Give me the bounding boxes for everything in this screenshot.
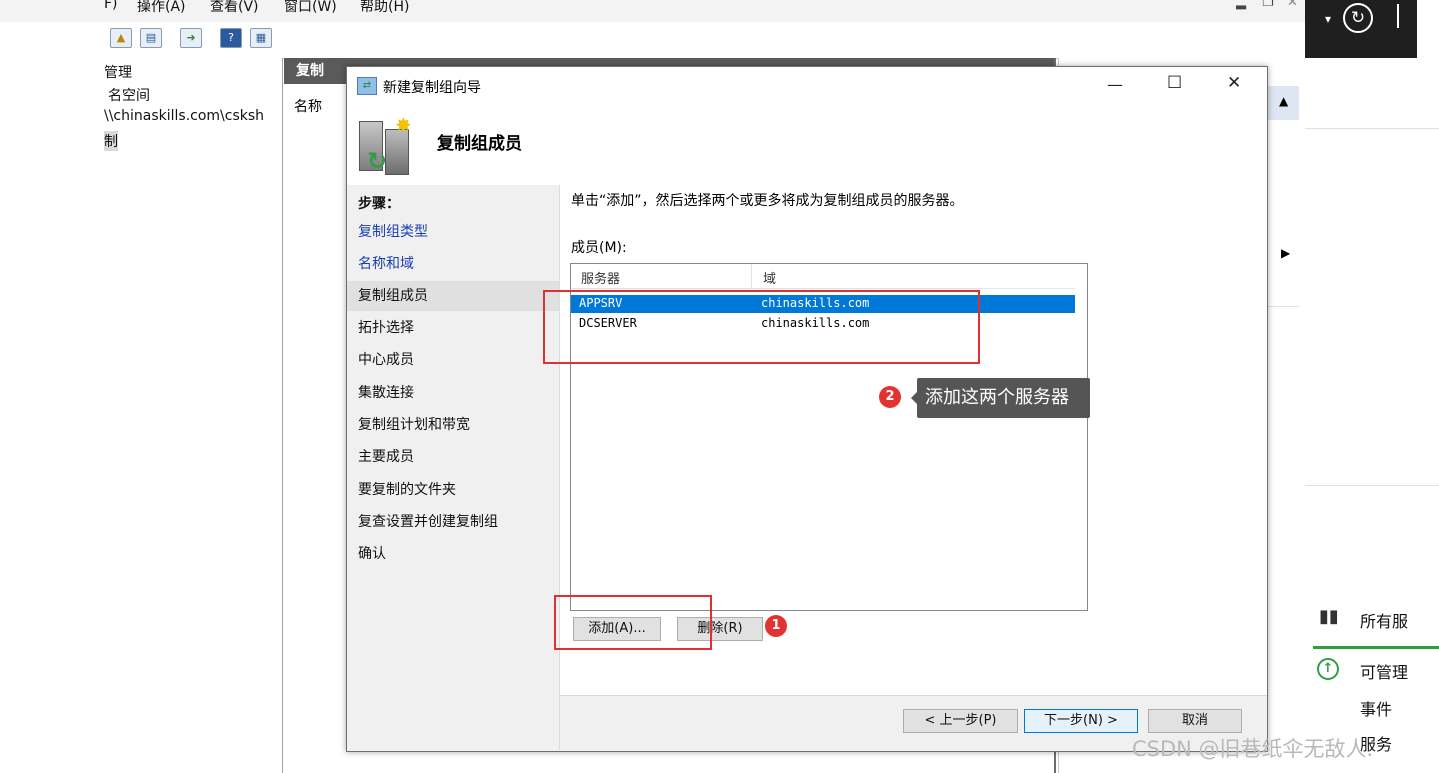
annotation-tooltip: 添加这两个服务器 [911, 378, 1090, 418]
new-replication-group-wizard: ⇄ 新建复制组向导 — ☐ ✕ ✸ ↻ 复制组成员 步骤： 复制组类型 名称和域… [346, 66, 1268, 752]
tree-node-namespace-path[interactable]: \\chinaskills.com\csksh [104, 108, 264, 124]
step-review-create: 复查设置并创建复制组 [358, 514, 498, 530]
results-header-title: 复制 [296, 63, 324, 79]
step-hub-members: 中心成员 [358, 352, 414, 368]
step-members-current: 复制组成员 [347, 281, 559, 311]
expand-right-icon[interactable]: ▶ [1281, 246, 1290, 260]
menu-help[interactable]: 帮助(H) [360, 0, 409, 16]
toolbar: ▲ ▤ ➜ ? ▦ [0, 22, 1305, 59]
menu-window[interactable]: 窗口(W) [284, 0, 337, 16]
column-domain[interactable]: 域 [763, 268, 776, 287]
menu-file[interactable]: F) [104, 0, 118, 12]
menu-action[interactable]: 操作(A) [137, 0, 186, 16]
step-badge-1: 1 [765, 615, 787, 637]
sm-item-manageability[interactable]: 可管理 [1360, 659, 1408, 683]
sm-separator [1397, 4, 1399, 28]
action-pane-icon[interactable]: ▦ [250, 28, 272, 48]
dialog-header: ✸ ↻ 复制组成员 [347, 107, 1267, 186]
members-label: 成员(M): [571, 240, 627, 256]
refresh-icon[interactable]: ↻ [1343, 3, 1373, 33]
export-list-icon[interactable]: ➜ [180, 28, 202, 48]
mmc-close-icon[interactable]: ✕ [1287, 0, 1298, 10]
step-confirmation: 确认 [358, 546, 386, 562]
wizard-steps: 步骤： 复制组类型 名称和域 复制组成员 拓扑选择 中心成员 集散连接 复制组计… [347, 185, 560, 750]
sm-divider-2 [1305, 485, 1439, 486]
show-hide-tree-icon[interactable]: ▤ [140, 28, 162, 48]
dialog-maximize-button[interactable]: ☐ [1167, 73, 1182, 93]
sm-dropdown-icon[interactable]: ▾ [1325, 12, 1331, 26]
collapse-up-icon[interactable]: ▲ [1279, 94, 1288, 108]
dialog-header-title: 复制组成员 [437, 134, 522, 154]
column-separator[interactable] [751, 264, 752, 288]
members-list-header: 服务器 域 [571, 264, 1075, 289]
replication-servers-icon: ✸ ↻ [359, 113, 412, 175]
mmc-restore-icon[interactable]: ❐ [1262, 0, 1274, 10]
server-manager-header: ▾ ↻ [1305, 0, 1417, 58]
menu-view[interactable]: 查看(V) [210, 0, 259, 16]
step-badge-2: 2 [879, 386, 901, 408]
mmc-minimize-icon[interactable]: ▂ [1236, 0, 1246, 10]
dialog-title: 新建复制组向导 [383, 80, 481, 96]
instruction-text: 单击“添加”，然后选择两个或更多将成为复制组成员的服务器。 [571, 193, 964, 209]
step-name-and-domain[interactable]: 名称和域 [358, 253, 414, 273]
steps-heading: 步骤： [358, 196, 400, 212]
menu-bar: F) 操作(A) 查看(V) 窗口(W) 帮助(H) ▂ ❐ ✕ [0, 0, 1305, 22]
dialog-close-button[interactable]: ✕ [1227, 73, 1241, 93]
footer-divider [560, 695, 1267, 696]
servers-icon: ▮▮ [1319, 606, 1339, 627]
step-hub-spoke-connections: 集散连接 [358, 385, 414, 401]
sm-divider-1 [1305, 128, 1439, 129]
back-button[interactable]: < 上一步(P) [903, 709, 1018, 733]
server-manager-panel: ▮▮ 所有服 ↑ 可管理 事件 服务 [1305, 0, 1439, 773]
step-schedule-bandwidth: 复制组计划和带宽 [358, 417, 470, 433]
help-icon[interactable]: ? [220, 28, 242, 48]
tree-node-management[interactable]: 管理 [104, 62, 132, 82]
console-tree: 管理 名空间 \\chinaskills.com\csksh 制 [0, 58, 283, 773]
highlight-members-box [543, 290, 980, 364]
step-topology: 拓扑选择 [358, 320, 414, 336]
wizard-app-icon: ⇄ [357, 77, 377, 95]
sm-item-events[interactable]: 事件 [1360, 696, 1392, 720]
step-replication-group-type[interactable]: 复制组类型 [358, 221, 428, 241]
tree-node-namespace[interactable]: 名空间 [108, 85, 150, 105]
sm-status-bar [1313, 646, 1439, 649]
highlight-add-button-box [554, 595, 712, 650]
folder-up-icon[interactable]: ▲ [110, 28, 132, 48]
step-primary-member: 主要成员 [358, 449, 414, 465]
dialog-titlebar: ⇄ 新建复制组向导 — ☐ ✕ [347, 67, 1267, 107]
sm-all-servers-title: 所有服 [1360, 612, 1409, 631]
cancel-button[interactable]: 取消 [1148, 709, 1242, 733]
tree-node-replication[interactable]: 制 [104, 131, 118, 151]
manageability-ok-icon: ↑ [1317, 658, 1339, 680]
step-folders: 要复制的文件夹 [358, 482, 456, 498]
next-button[interactable]: 下一步(N) > [1024, 709, 1138, 733]
results-column-name[interactable]: 名称 [294, 96, 322, 116]
column-server[interactable]: 服务器 [581, 268, 620, 287]
dialog-minimize-button[interactable]: — [1107, 75, 1123, 94]
watermark: CSDN @旧巷纸伞无敌人. [1132, 737, 1374, 761]
